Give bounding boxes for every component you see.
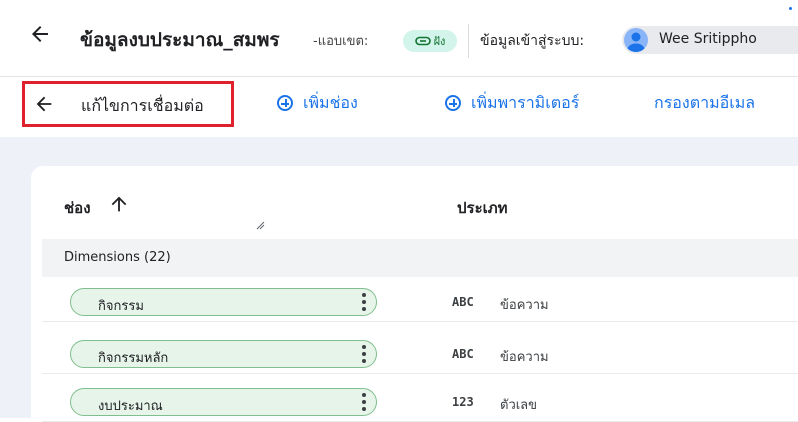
add-parameter-label: เพิ่มพารามิเตอร์ xyxy=(471,92,580,112)
column-header-field[interactable]: ช่อง xyxy=(64,196,91,220)
link-icon xyxy=(414,36,431,46)
field-name-pill[interactable]: งบประมาณ xyxy=(70,388,377,416)
embed-chip[interactable]: ฝัง xyxy=(403,30,457,52)
user-avatar-icon xyxy=(624,28,648,52)
column-resize-icon[interactable] xyxy=(255,220,265,230)
table-row: กิจกรรม ABC ข้อความ xyxy=(42,284,798,322)
user-name: Wee Sritippho xyxy=(659,31,757,47)
filter-by-email-button[interactable]: กรองตามอีเมล xyxy=(654,91,755,115)
filter-by-email-label: กรองตามอีเมล xyxy=(654,92,756,112)
field-name-pill[interactable]: กิจกรรม xyxy=(70,288,377,316)
field-name: งบประมาณ xyxy=(98,399,163,414)
edit-connection-label: แก้ไขการเชื่อมต่อ xyxy=(81,96,204,115)
back-arrow-icon[interactable] xyxy=(28,22,52,46)
back-arrow-icon xyxy=(36,96,52,112)
field-type[interactable]: ข้อความ xyxy=(500,346,549,367)
field-type[interactable]: ตัวเลข xyxy=(500,394,537,415)
field-name: กิจกรรมหลัก xyxy=(98,351,169,366)
dimensions-group-header: Dimensions (22) xyxy=(42,239,798,277)
plus-circle-icon xyxy=(445,95,461,111)
more-vert-icon[interactable] xyxy=(362,293,366,311)
sort-arrow-up-icon[interactable] xyxy=(108,193,130,215)
credentials-user-chip[interactable]: Wee Sritippho xyxy=(622,26,798,54)
datasource-header: ข้อมูลงบประมาณ_สมพร -แอบเขต: ฝัง ข้อมูลเ… xyxy=(0,0,798,77)
dimensions-count: Dimensions (22) xyxy=(64,250,171,265)
toolbar: แก้ไขการเชื่อมต่อ เพิ่มช่อง เพิ่มพารามิเ… xyxy=(0,77,798,137)
field-name-pill[interactable]: กิจกรรมหลัก xyxy=(70,340,377,368)
table-row: งบประมาณ 123 ตัวเลข xyxy=(42,384,798,422)
datasource-subtitle: -แอบเขต: xyxy=(313,34,369,49)
header-divider xyxy=(468,24,469,58)
field-name: กิจกรรม xyxy=(98,299,144,314)
table-row: กิจกรรมหลัก ABC ข้อความ xyxy=(42,336,798,374)
embed-chip-label: ฝัง xyxy=(433,35,446,48)
more-vert-icon[interactable] xyxy=(362,393,366,411)
text-type-icon: ABC xyxy=(452,295,474,309)
edit-connection-button[interactable]: แก้ไขการเชื่อมต่อ xyxy=(22,81,234,127)
notification-dot xyxy=(789,7,792,10)
add-field-label: เพิ่มช่อง xyxy=(303,92,358,112)
add-field-button[interactable]: เพิ่มช่อง xyxy=(277,91,358,115)
plus-circle-icon xyxy=(277,95,293,111)
credentials-label: ข้อมูลเข้าสู่ระบบ: xyxy=(480,33,585,49)
add-parameter-button[interactable]: เพิ่มพารามิเตอร์ xyxy=(445,91,579,115)
more-vert-icon[interactable] xyxy=(362,345,366,363)
number-type-icon: 123 xyxy=(452,395,474,409)
datasource-title[interactable]: ข้อมูลงบประมาณ_สมพร xyxy=(80,25,280,55)
field-type[interactable]: ข้อความ xyxy=(500,294,549,315)
column-header-type[interactable]: ประเภท xyxy=(457,196,508,220)
text-type-icon: ABC xyxy=(452,347,474,361)
